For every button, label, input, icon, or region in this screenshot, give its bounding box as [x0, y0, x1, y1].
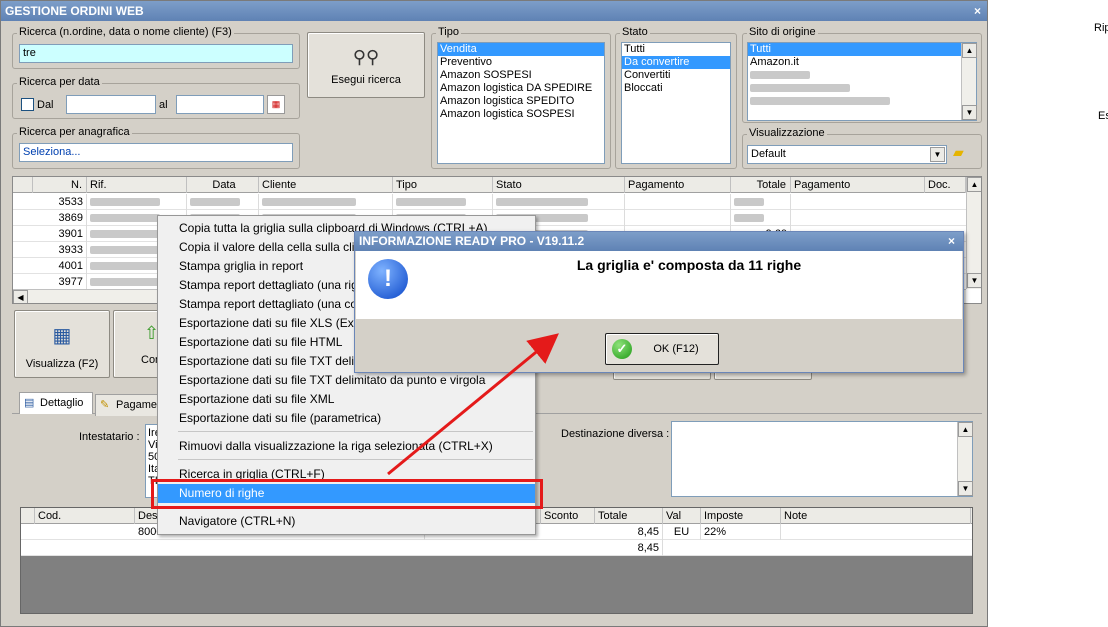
annotation-arrow: [387, 333, 559, 476]
